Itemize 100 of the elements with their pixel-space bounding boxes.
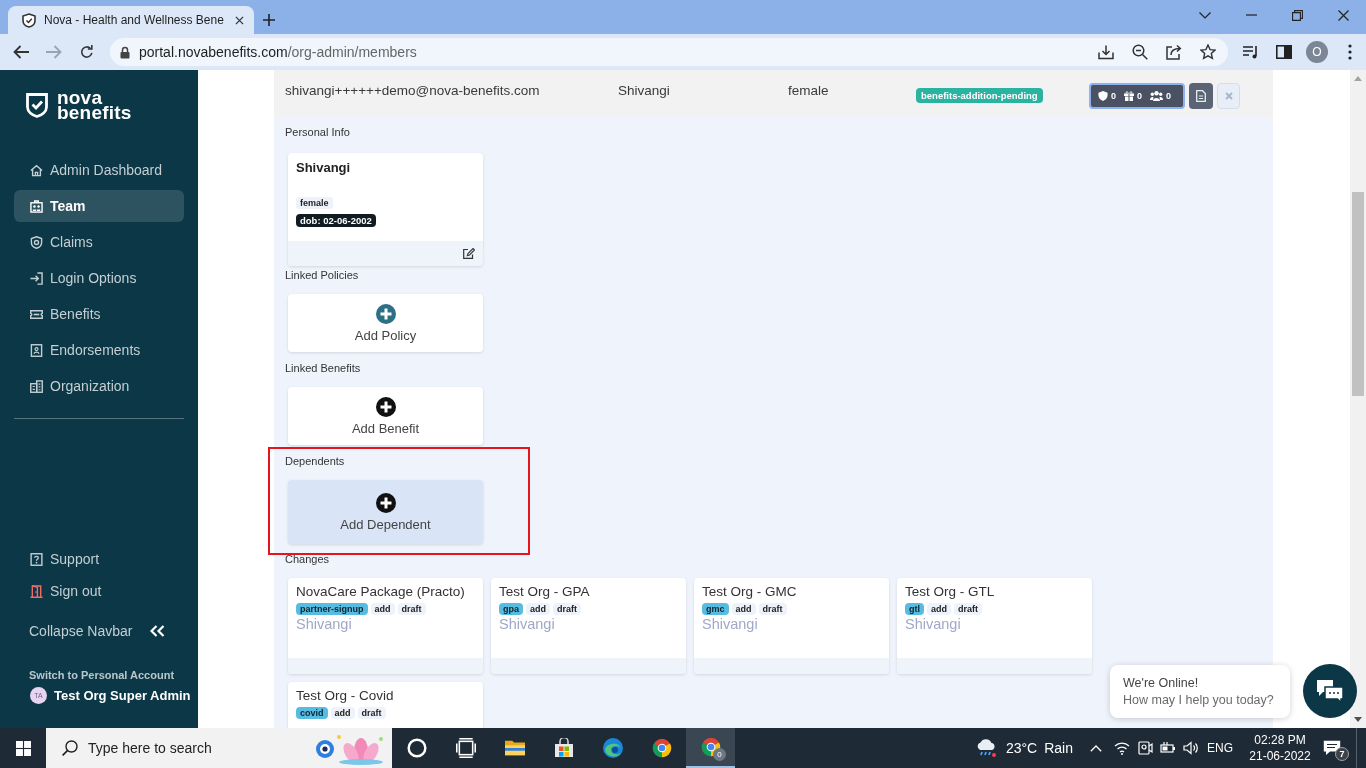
- section-label: Linked Benefits: [285, 361, 361, 375]
- nav-item[interactable]: Admin Dashboard: [14, 154, 184, 186]
- double-chevron-left-icon: [150, 625, 165, 637]
- add-card[interactable]: Add Policy: [288, 294, 483, 352]
- change-tag: draft: [357, 707, 386, 719]
- chevron-up-icon[interactable]: [1090, 744, 1102, 752]
- profile-name: Shivangi: [296, 160, 351, 176]
- users-icon: [1150, 91, 1164, 101]
- section-label: Dependents: [285, 454, 345, 468]
- nav-item[interactable]: Support: [14, 543, 184, 575]
- chat-message: How may I help you today?: [1123, 693, 1275, 707]
- browser-logo-icon: [651, 738, 672, 758]
- nav-item[interactable]: Endorsements: [14, 334, 184, 366]
- sidebar-icon[interactable]: [1276, 45, 1292, 59]
- install-icon[interactable]: [1098, 44, 1114, 60]
- nav-item[interactable]: Login Options: [14, 262, 184, 294]
- speaker-icon[interactable]: [1182, 741, 1199, 755]
- ticket-icon: [30, 307, 43, 321]
- add-card[interactable]: Add Benefit: [288, 387, 483, 445]
- notification-icon[interactable]: [1323, 740, 1341, 756]
- address-bar[interactable]: portal.novabenefits.com/org-admin/members: [110, 38, 1228, 66]
- windows-logo-icon[interactable]: [15, 740, 31, 756]
- document-icon: [1196, 90, 1206, 102]
- plus-icon[interactable]: [263, 14, 275, 26]
- nav-item[interactable]: Sign out: [14, 575, 184, 607]
- scrollbar-thumb[interactable]: [1352, 192, 1364, 396]
- change-card[interactable]: Test Org - GTL gtl add draft Shivangi: [897, 578, 1092, 674]
- chat-bubble[interactable]: We're Online! How may I help you today?: [1110, 665, 1290, 718]
- account-caption: Switch to Personal Account: [28, 668, 176, 682]
- section-label: Linked Policies: [285, 268, 359, 282]
- chat-icon: [1316, 679, 1344, 703]
- chevron-down-icon[interactable]: [1199, 11, 1211, 19]
- weather-text: Rain: [1044, 740, 1073, 756]
- change-title: Test Org - GTL: [905, 584, 995, 600]
- collapse-button[interactable]: Collapse Navbar: [14, 615, 184, 647]
- change-tag: covid: [296, 707, 328, 719]
- folder-icon: [504, 738, 525, 758]
- close-icon[interactable]: [1337, 9, 1349, 21]
- nav-item[interactable]: Organization: [14, 370, 184, 402]
- change-card[interactable]: Test Org - GPA gpa add draft Shivangi: [491, 578, 686, 674]
- section-label: Changes: [285, 552, 330, 566]
- change-tag: add: [927, 603, 951, 615]
- change-tag: add: [330, 707, 355, 719]
- nav-item[interactable]: Team: [14, 190, 184, 222]
- change-card[interactable]: Test Org - Covid covid add draft: [288, 682, 483, 728]
- change-tag: gmc: [702, 603, 729, 615]
- scrollbar[interactable]: [1350, 70, 1366, 728]
- change-tag: add: [526, 603, 551, 615]
- change-title: NovaCare Package (Practo): [296, 584, 465, 600]
- share-icon[interactable]: [1166, 44, 1182, 60]
- member-name: Shivangi: [618, 83, 671, 99]
- restore-icon[interactable]: [1291, 9, 1303, 21]
- nav-item[interactable]: Claims: [14, 226, 184, 258]
- shield-icon: [1098, 91, 1108, 101]
- reload-icon[interactable]: [79, 45, 95, 59]
- video-icon[interactable]: [1136, 741, 1153, 755]
- battery-icon[interactable]: [1159, 741, 1176, 755]
- nav-item[interactable]: Benefits: [14, 298, 184, 330]
- shield-icon: [30, 235, 43, 249]
- clock-time[interactable]: 02:28 PM: [1254, 733, 1306, 747]
- close-icon[interactable]: [235, 15, 244, 25]
- network-icon[interactable]: [1113, 741, 1130, 755]
- star-icon[interactable]: [1200, 44, 1216, 60]
- change-tag: gpa: [499, 603, 523, 615]
- minimize-icon[interactable]: [1245, 14, 1257, 16]
- id-card-icon: [30, 199, 43, 213]
- member-summary-button[interactable]: 0 0 0: [1089, 83, 1185, 109]
- document-button[interactable]: [1189, 83, 1213, 109]
- temperature-text: 23°C: [1005, 740, 1038, 756]
- media-queue-icon[interactable]: [1243, 45, 1259, 59]
- change-tag: partner-signup: [296, 603, 368, 615]
- search-field[interactable]: Type here to search: [46, 728, 392, 768]
- shield-icon: [22, 12, 36, 28]
- change-card[interactable]: Test Org - GMC gmc add draft Shivangi: [694, 578, 889, 674]
- change-card[interactable]: NovaCare Package (Practo) partner-signup add draft Shivangi: [288, 578, 483, 674]
- account-name[interactable]: Test Org Super Admin: [54, 687, 191, 703]
- chat-title: We're Online!: [1123, 676, 1200, 690]
- door-icon: [30, 584, 43, 598]
- change-title: Test Org - Covid: [296, 688, 394, 704]
- browser-tab[interactable]: Nova - Health and Wellness Bene: [8, 6, 254, 34]
- language-indicator[interactable]: ENG: [1202, 741, 1238, 755]
- change-person: Shivangi: [702, 616, 758, 633]
- gender-tag: female: [296, 197, 333, 209]
- change-tag: draft: [758, 603, 787, 615]
- back-icon[interactable]: [13, 45, 29, 59]
- profile-avatar[interactable]: O: [1306, 41, 1328, 63]
- section-label: Personal Info: [285, 125, 350, 139]
- help-icon: [30, 552, 43, 566]
- zoom-out-icon[interactable]: [1132, 44, 1148, 60]
- menu-icon[interactable]: [1348, 44, 1352, 60]
- add-card[interactable]: Add Dependent: [288, 480, 483, 544]
- shopping-bag-icon: [553, 738, 574, 758]
- change-tag: add: [370, 603, 395, 615]
- change-person: Shivangi: [905, 616, 961, 633]
- login-icon: [30, 271, 43, 285]
- clock-date[interactable]: 21-06-2022: [1249, 749, 1311, 763]
- home-icon: [30, 163, 43, 177]
- taskbar-app[interactable]: 0: [686, 728, 735, 768]
- scroll-down-icon[interactable]: [1354, 717, 1362, 722]
- edit-icon[interactable]: [463, 248, 475, 259]
